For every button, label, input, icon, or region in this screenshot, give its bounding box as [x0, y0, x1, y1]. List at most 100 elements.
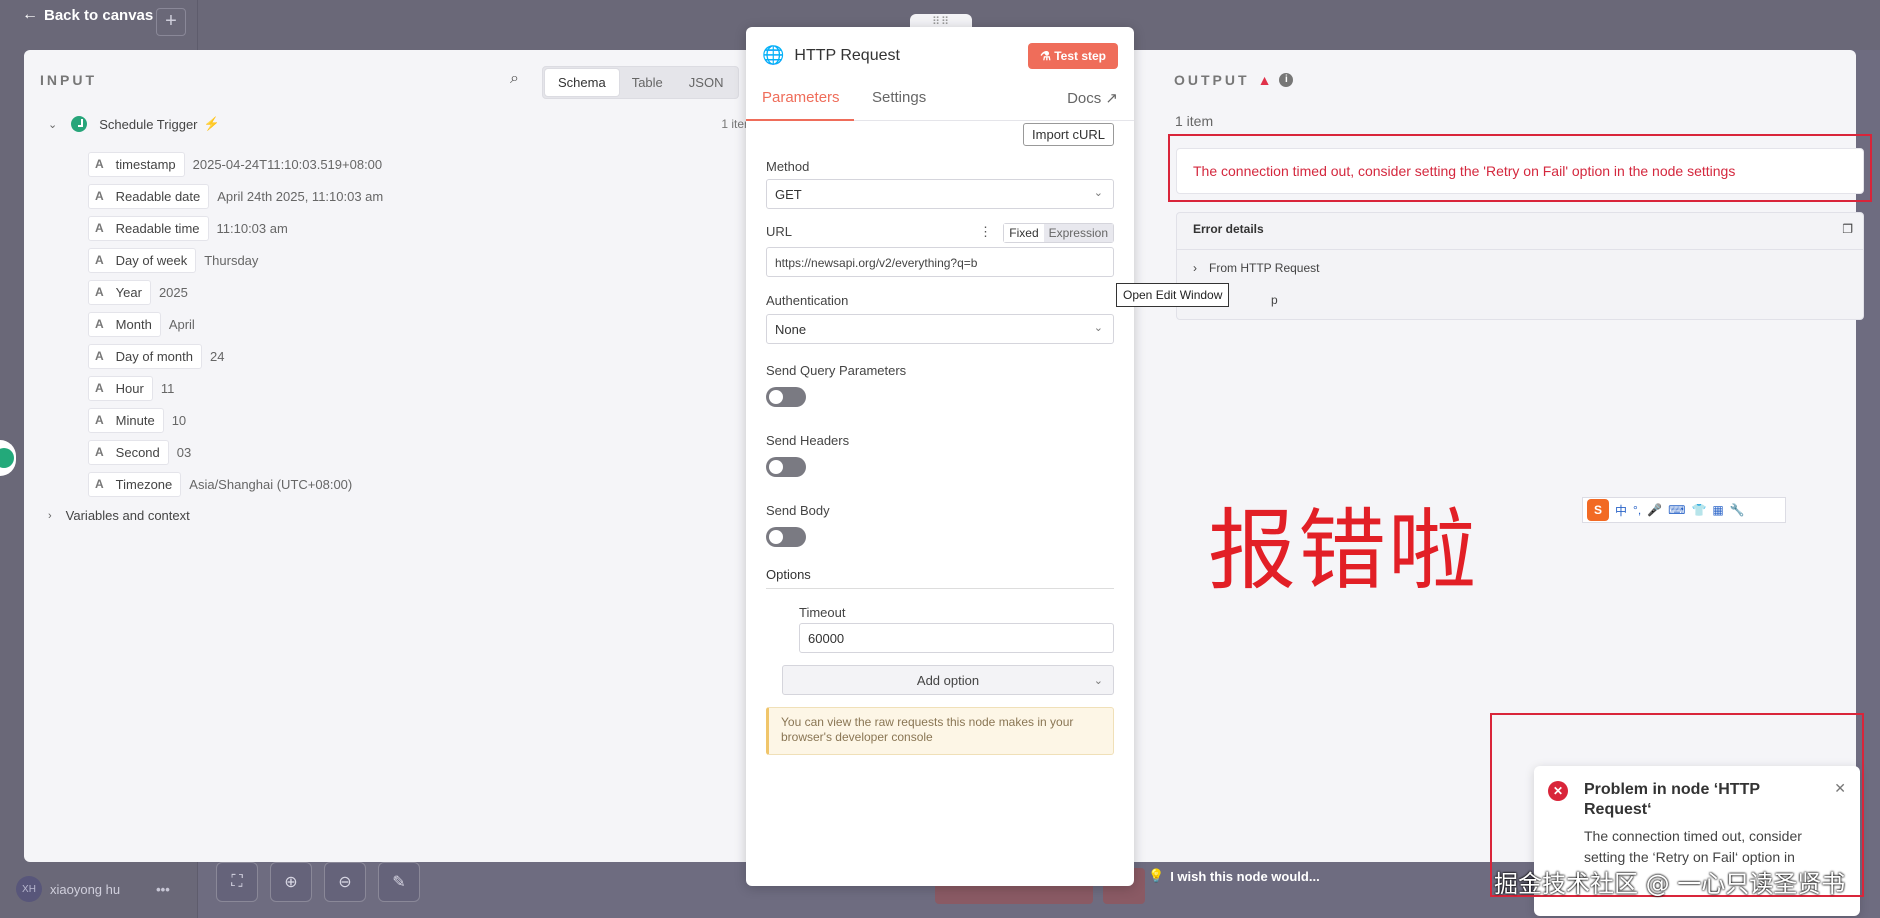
tab-settings[interactable]: Settings — [872, 89, 926, 106]
field-name: Timezone — [115, 476, 173, 492]
copy-icon[interactable]: ❐ — [1842, 222, 1853, 236]
string-type-icon: A — [95, 221, 104, 235]
list-item[interactable]: A Second 03 — [88, 436, 383, 468]
method-select[interactable]: GET ⌄ — [766, 179, 1114, 209]
string-type-icon: A — [95, 189, 104, 203]
more-vertical-icon[interactable]: ⋮ — [979, 224, 992, 240]
expression-mode-button[interactable]: Expression — [1043, 224, 1113, 242]
docs-link[interactable]: Docs ↗ — [1067, 89, 1118, 107]
fit-view-icon[interactable]: ⛶ — [216, 862, 258, 902]
add-option-label: Add option — [916, 673, 980, 688]
field-value: April — [168, 316, 195, 332]
field-pill[interactable]: A Month — [88, 311, 161, 337]
skin-icon[interactable]: 👕 — [1691, 503, 1706, 517]
feedback-link[interactable]: 💡 I wish this node would... — [1148, 868, 1320, 884]
field-pill[interactable]: A Readable date — [88, 183, 210, 209]
field-pill[interactable]: A Hour — [88, 375, 153, 401]
active-tab-indicator — [746, 119, 854, 121]
display-mode-tabs: Schema Table JSON — [542, 66, 740, 99]
field-pill[interactable]: A Year — [88, 279, 151, 305]
list-item[interactable]: A Readable time 11:10:03 am — [88, 212, 383, 244]
output-items-count: 1 item — [1175, 113, 1214, 129]
string-type-icon: A — [95, 349, 104, 363]
node-title[interactable]: HTTP Request — [794, 47, 900, 65]
tab-json[interactable]: JSON — [676, 69, 737, 96]
schema-field-list: Atimestamp 2025-04-24T11:10:03.519+08:00 … — [88, 148, 383, 500]
list-item[interactable]: A Day of month 24 — [88, 340, 383, 372]
field-pill[interactable]: A Day of week — [88, 247, 197, 273]
send-headers-toggle[interactable] — [766, 457, 806, 477]
error-details-title: Error details — [1193, 222, 1264, 236]
search-icon[interactable]: ⌕ — [510, 70, 519, 88]
field-pill[interactable]: A Readable time — [88, 215, 209, 241]
grid-icon[interactable]: ▦ — [1712, 503, 1723, 517]
chevron-down-icon: ⌄ — [1093, 187, 1103, 199]
zoom-in-icon[interactable]: ⊕ — [270, 862, 312, 902]
details-second-line: p — [1271, 293, 1278, 307]
zoom-out-icon[interactable]: ⊖ — [324, 862, 366, 902]
lightbulb-icon: 💡 — [1148, 868, 1165, 883]
tab-schema[interactable]: Schema — [545, 69, 619, 96]
send-body-toggle[interactable] — [766, 527, 806, 547]
field-name: Day of week — [115, 252, 188, 268]
flask-icon: ⚗ — [1040, 49, 1051, 63]
watermark-text: 掘金技术社区 @ 一心只读圣贤书 — [1494, 870, 1846, 898]
field-value: 11 — [160, 380, 175, 396]
import-curl-button[interactable]: Import cURL — [1023, 123, 1114, 146]
bolt-icon: ⚡ — [203, 116, 220, 131]
field-pill[interactable]: A Second — [88, 439, 169, 465]
back-to-canvas-link[interactable]: ← Back to canvas — [22, 6, 153, 24]
list-item[interactable]: A Hour 11 — [88, 372, 383, 404]
field-value: Thursday — [204, 252, 259, 268]
status-dot-icon — [0, 448, 14, 468]
tab-table[interactable]: Table — [619, 69, 676, 96]
info-notice: You can view the raw requests this node … — [766, 707, 1114, 755]
method-value: GET — [775, 187, 802, 202]
list-item[interactable]: A Year 2025 — [88, 276, 383, 308]
send-headers-label: Send Headers — [766, 433, 850, 448]
authentication-select[interactable]: None ⌄ — [766, 314, 1114, 344]
string-type-icon: A — [95, 445, 104, 459]
list-item[interactable]: A Timezone Asia/Shanghai (UTC+08:00) — [88, 468, 383, 500]
add-option-button[interactable]: Add option ⌄ — [782, 665, 1114, 695]
ime-item[interactable]: 中 — [1615, 502, 1627, 519]
fixed-mode-button[interactable]: Fixed — [1004, 224, 1044, 242]
list-item[interactable]: A Readable date April 24th 2025, 11:10:03 … — [88, 180, 383, 212]
list-item[interactable]: Atimestamp 2025-04-24T11:10:03.519+08:00 — [88, 148, 383, 180]
from-node-row[interactable]: › From HTTP Request — [1193, 261, 1319, 275]
url-mode-toggle: Fixed Expression — [1003, 223, 1114, 243]
field-pill[interactable]: A Timezone — [88, 471, 182, 497]
list-item[interactable]: A Minute 10 — [88, 404, 383, 436]
url-input[interactable]: https://newsapi.org/v2/everything?q=b — [766, 247, 1114, 277]
user-menu[interactable]: XH xiaoyong hu ••• — [16, 876, 170, 902]
chevron-down-icon[interactable]: ⌄ — [48, 118, 57, 131]
info-icon[interactable]: i — [1279, 73, 1294, 87]
send-query-toggle[interactable] — [766, 387, 806, 407]
more-icon[interactable]: ••• — [156, 882, 170, 897]
send-body-label: Send Body — [766, 503, 830, 518]
field-pill[interactable]: A Day of month — [88, 343, 202, 369]
tidy-up-icon[interactable]: ✎ — [378, 862, 420, 902]
add-button[interactable]: + — [156, 8, 186, 36]
timeout-input[interactable]: 60000 — [799, 623, 1114, 653]
field-pill[interactable]: A Minute — [88, 407, 164, 433]
error-annotation-text: 报错啦 — [1208, 499, 1479, 602]
tools-icon[interactable]: 🔧 — [1730, 503, 1745, 517]
chevron-right-icon[interactable]: › — [1193, 261, 1197, 275]
list-item[interactable]: A Day of week Thursday — [88, 244, 383, 276]
ime-toolbar[interactable]: S 中 °, 🎤 ⌨ 👕 ▦ 🔧 — [1582, 497, 1786, 523]
test-step-button[interactable]: ⚗ Test step — [1028, 43, 1118, 69]
field-pill[interactable]: Atimestamp — [88, 151, 185, 177]
trigger-node-row[interactable]: ⌄ Schedule Trigger ⚡ 1 item — [48, 116, 754, 132]
string-type-icon: A — [95, 157, 104, 171]
list-item[interactable]: A Month April — [88, 308, 383, 340]
tab-parameters[interactable]: Parameters — [762, 89, 840, 106]
microphone-icon[interactable]: 🎤 — [1647, 503, 1662, 517]
chevron-right-icon[interactable]: › — [48, 510, 52, 522]
variables-context-row[interactable]: › Variables and context — [48, 508, 190, 523]
globe-icon: 🌐 — [762, 45, 785, 65]
keyboard-icon[interactable]: ⌨ — [1668, 503, 1685, 517]
ime-item[interactable]: °, — [1633, 503, 1641, 517]
from-node-label: From HTTP Request — [1209, 261, 1320, 275]
string-type-icon: A — [95, 413, 104, 427]
